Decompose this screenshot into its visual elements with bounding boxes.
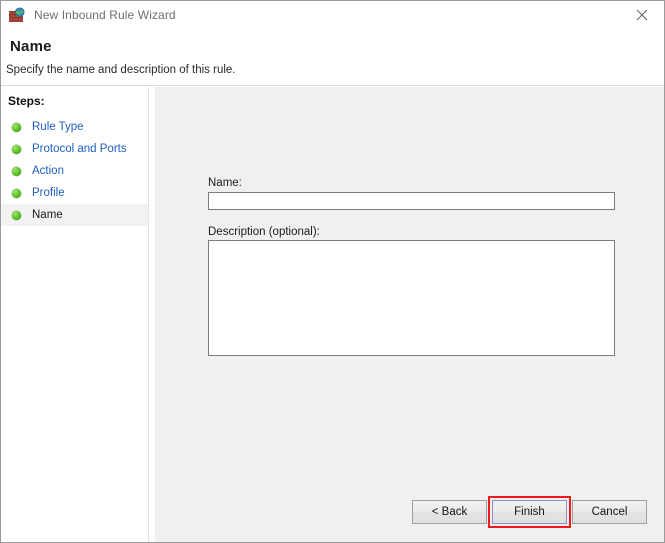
description-input[interactable] <box>208 240 615 356</box>
description-field-label: Description (optional): <box>208 226 320 238</box>
cancel-button[interactable]: Cancel <box>572 500 647 524</box>
sidebar-item-label: Profile <box>32 187 65 199</box>
steps-sidebar: Steps: Rule Type Protocol and Ports Acti… <box>1 87 149 542</box>
window-title: New Inbound Rule Wizard <box>34 8 176 22</box>
back-button[interactable]: < Back <box>412 500 487 524</box>
title-bar: New Inbound Rule Wizard <box>1 1 664 29</box>
sidebar-item-label: Rule Type <box>32 121 84 133</box>
wizard-header: Name Specify the name and description of… <box>1 29 664 86</box>
sidebar-item-name[interactable]: Name <box>1 204 148 226</box>
steps-list: Rule Type Protocol and Ports Action Prof… <box>1 116 148 226</box>
main-content-panel: Name: Description (optional): < Back Fin… <box>150 87 664 542</box>
sidebar-item-action[interactable]: Action <box>1 160 148 182</box>
dialog-button-row: < Back Finish Cancel <box>150 496 664 542</box>
sidebar-item-label: Name <box>32 209 63 221</box>
new-inbound-rule-wizard-dialog: New Inbound Rule Wizard Name Specify the… <box>0 0 665 543</box>
step-bullet-icon <box>12 166 21 176</box>
sidebar-item-profile[interactable]: Profile <box>1 182 148 204</box>
steps-heading: Steps: <box>8 94 45 108</box>
name-input[interactable] <box>208 192 615 210</box>
step-bullet-icon <box>12 210 21 220</box>
page-title: Name <box>10 38 52 55</box>
firewall-globe-icon <box>8 6 25 24</box>
sidebar-item-label: Protocol and Ports <box>32 143 127 155</box>
sidebar-item-label: Action <box>32 165 64 177</box>
step-bullet-icon <box>12 122 21 132</box>
step-bullet-icon <box>12 188 21 198</box>
sidebar-item-protocol-and-ports[interactable]: Protocol and Ports <box>1 138 148 160</box>
finish-button[interactable]: Finish <box>492 500 567 524</box>
sidebar-item-rule-type[interactable]: Rule Type <box>1 116 148 138</box>
page-subtitle: Specify the name and description of this… <box>6 64 236 76</box>
step-bullet-icon <box>12 144 21 154</box>
close-icon[interactable] <box>619 1 664 29</box>
name-field-label: Name: <box>208 177 242 189</box>
